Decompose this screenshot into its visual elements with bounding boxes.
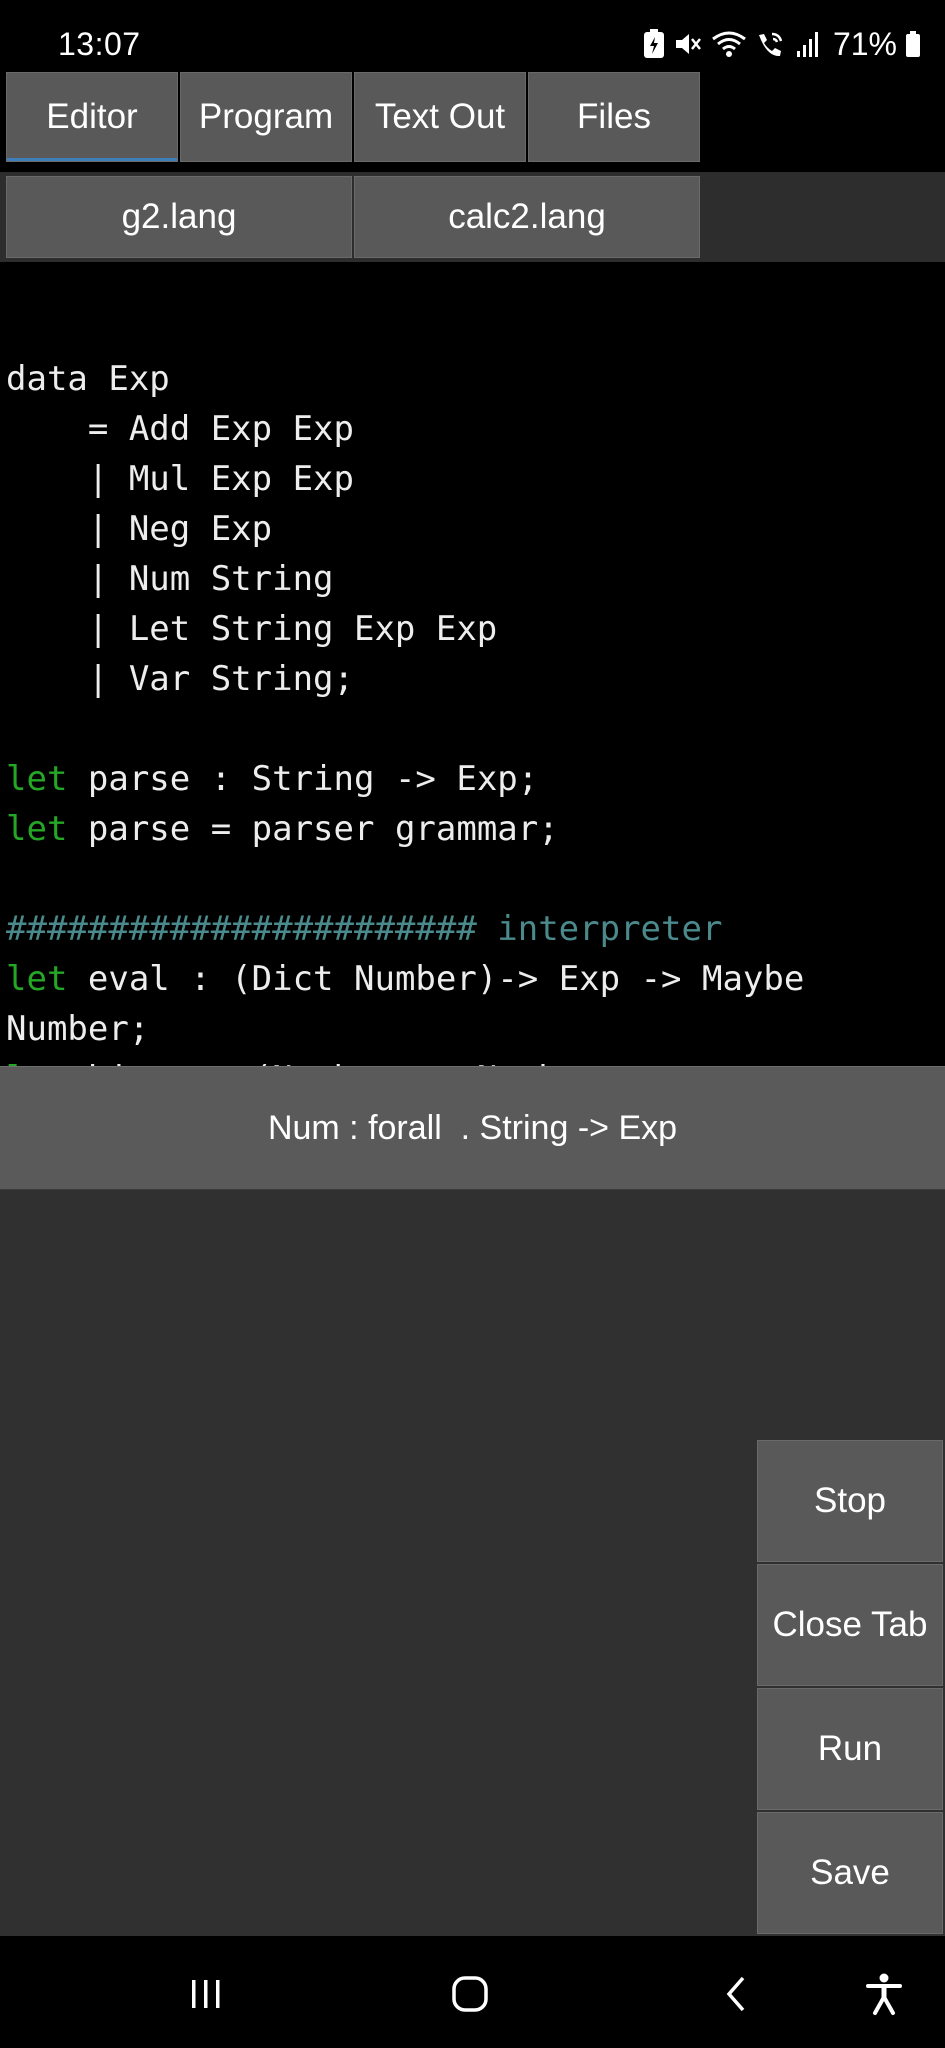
code-keyword: let	[6, 759, 68, 799]
tab-program[interactable]: Program	[180, 72, 352, 162]
code-line: | Let String Exp Exp	[6, 604, 804, 654]
system-nav-bar	[0, 1936, 945, 2048]
signal-icon	[795, 29, 821, 59]
code-token: | Let String Exp Exp	[6, 609, 498, 649]
back-icon[interactable]	[714, 1972, 758, 2016]
wifi-calling-icon	[755, 29, 787, 59]
stop-button[interactable]: Stop	[757, 1440, 943, 1562]
file-tab-bar: g2.lang calc2.lang	[0, 172, 945, 262]
close-tab-button[interactable]: Close Tab	[757, 1564, 943, 1686]
code-line: = Add Exp Exp	[6, 404, 804, 454]
code-token: Number;	[6, 1009, 150, 1049]
code-token: | Mul Exp Exp	[6, 459, 354, 499]
code-keyword: let	[6, 959, 68, 999]
code-token: | Num String	[6, 559, 334, 599]
tab-text-out[interactable]: Text Out	[354, 72, 526, 162]
wifi-icon	[711, 29, 747, 59]
code-line: | Var String;	[6, 654, 804, 704]
code-keyword: let	[6, 809, 68, 849]
app-screen: 13:07 71% Editor Program Text Out Files …	[0, 0, 945, 2048]
code-token: parse = parser grammar;	[67, 809, 559, 849]
file-tab-g2[interactable]: g2.lang	[6, 176, 352, 258]
code-text: data Exp = Add Exp Exp | Mul Exp Exp | N…	[6, 304, 804, 1066]
code-token: eval : (Dict Number)-> Exp -> Maybe	[67, 959, 805, 999]
recent-apps-icon[interactable]	[184, 1972, 228, 2016]
code-token: binop : (Number -> Number ->	[67, 1059, 661, 1066]
code-line: Number;	[6, 1004, 804, 1054]
code-line: | Mul Exp Exp	[6, 454, 804, 504]
code-comment: ####################### interpreter	[6, 909, 723, 949]
code-line: | Num String	[6, 554, 804, 604]
action-buttons: Stop Close Tab Run Save	[757, 1440, 943, 1934]
code-line: let binop : (Number -> Number ->	[6, 1054, 804, 1066]
save-button[interactable]: Save	[757, 1812, 943, 1934]
code-token: data Exp	[6, 359, 170, 399]
code-token: = Add Exp Exp	[6, 409, 354, 449]
file-tab-calc2[interactable]: calc2.lang	[354, 176, 700, 258]
main-tab-bar: Editor Program Text Out Files	[0, 72, 945, 172]
battery-percent: 71%	[832, 25, 897, 62]
battery-icon	[905, 29, 921, 59]
code-line: let parse = parser grammar;	[6, 804, 804, 854]
type-signature-hint: Num : forall . String -> Exp	[0, 1066, 945, 1190]
code-token: parse : String -> Exp;	[67, 759, 539, 799]
tab-editor[interactable]: Editor	[6, 72, 178, 162]
code-editor[interactable]: data Exp = Add Exp Exp | Mul Exp Exp | N…	[0, 262, 945, 1066]
run-button[interactable]: Run	[757, 1688, 943, 1810]
mute-icon	[673, 29, 703, 59]
status-icons: 71%	[643, 24, 921, 64]
code-line: ####################### interpreter	[6, 904, 804, 954]
code-keyword: let	[6, 1059, 67, 1066]
status-time: 13:07	[58, 26, 141, 62]
code-line: let eval : (Dict Number)-> Exp -> Maybe	[6, 954, 804, 1004]
tab-files[interactable]: Files	[528, 72, 700, 162]
home-icon[interactable]	[448, 1972, 492, 2016]
code-token: | Neg Exp	[6, 509, 273, 549]
accessibility-icon[interactable]	[862, 1972, 906, 2016]
status-bar: 13:07 71%	[0, 0, 945, 70]
code-line: | Neg Exp	[6, 504, 804, 554]
code-line: let parse : String -> Exp;	[6, 754, 804, 804]
battery-saver-icon	[643, 29, 665, 59]
code-line: data Exp	[6, 354, 804, 404]
code-token: | Var String;	[6, 659, 354, 699]
